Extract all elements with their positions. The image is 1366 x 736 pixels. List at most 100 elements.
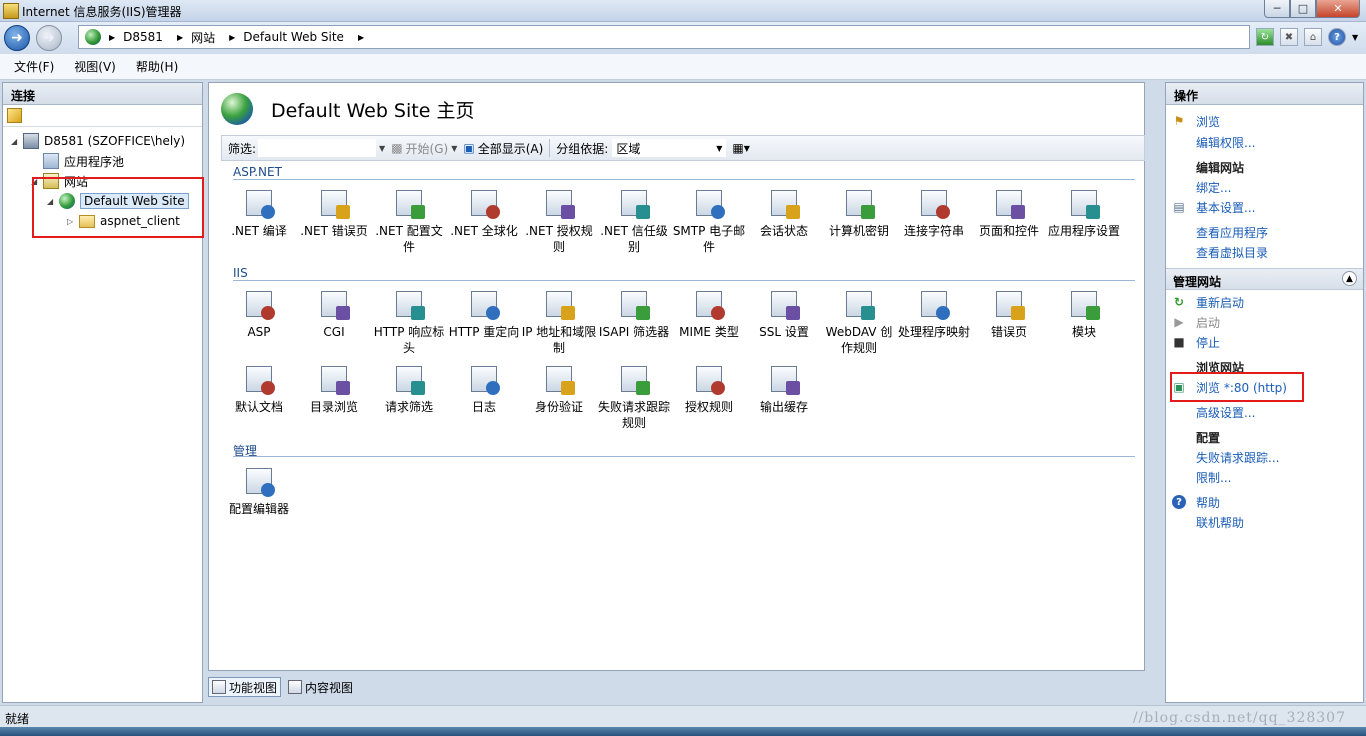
connect-icon[interactable]: [7, 108, 22, 123]
filter-input[interactable]: [258, 139, 377, 157]
feature-iis-11[interactable]: 模块: [1046, 288, 1122, 340]
breadcrumb-item-sites[interactable]: 网站: [191, 29, 215, 46]
feature-iis-7[interactable]: SSL 设置: [746, 288, 822, 340]
feature-iis-18[interactable]: 授权规则: [671, 363, 747, 415]
feature-label: HTTP 响应标头: [373, 325, 445, 355]
feature-aspnet-7[interactable]: 会话状态: [746, 187, 822, 239]
refresh-icon[interactable]: ↻: [1256, 28, 1274, 46]
feature-icon: [543, 288, 575, 320]
maximize-button[interactable]: □: [1290, 0, 1316, 18]
feature-iis-17[interactable]: 失败请求跟踪规则: [596, 363, 672, 431]
feature-icon: [843, 187, 875, 219]
actions-title: 操作: [1166, 83, 1363, 105]
feature-iis-12[interactable]: 默认文档: [221, 363, 297, 415]
action-help[interactable]: ? 帮助: [1166, 493, 1363, 511]
chevron-down-icon[interactable]: ▼: [379, 144, 385, 153]
action-bindings[interactable]: 绑定...: [1166, 178, 1363, 196]
settings-icon: ▤: [1173, 200, 1185, 214]
tree-node-app-pools[interactable]: 应用程序池: [31, 152, 124, 170]
action-stop[interactable]: ■ 停止: [1166, 333, 1363, 351]
feature-iis-19[interactable]: 输出缓存: [746, 363, 822, 415]
action-edit-permissions[interactable]: 编辑权限...: [1166, 133, 1363, 151]
action-basic-settings[interactable]: ▤ 基本设置...: [1166, 198, 1363, 216]
feature-aspnet-6[interactable]: SMTP 电子邮件: [671, 187, 747, 255]
feature-aspnet-2[interactable]: .NET 配置文件: [371, 187, 447, 255]
feature-icon: [693, 363, 725, 395]
back-button[interactable]: ➜: [4, 25, 30, 51]
feature-iis-4[interactable]: IP 地址和域限制: [521, 288, 597, 356]
feature-aspnet-9[interactable]: 连接字符串: [896, 187, 972, 239]
feature-aspnet-11[interactable]: 应用程序设置: [1046, 187, 1122, 239]
feature-iis-15[interactable]: 日志: [446, 363, 522, 415]
feature-manage-0[interactable]: 配置编辑器: [221, 465, 297, 517]
config-header: 配置: [1196, 430, 1221, 445]
feature-label: CGI: [323, 325, 345, 339]
address-bar[interactable]: ▶ D8581 ▶ 网站 ▶ Default Web Site ▶: [78, 25, 1250, 49]
restart-icon: ↻: [1173, 295, 1185, 309]
feature-iis-3[interactable]: HTTP 重定向: [446, 288, 522, 340]
menu-view[interactable]: 视图(V): [74, 58, 116, 75]
feature-aspnet-10[interactable]: 页面和控件: [971, 187, 1047, 239]
feature-iis-10[interactable]: 错误页: [971, 288, 1047, 340]
feature-iis-0[interactable]: ASP: [221, 288, 297, 340]
feature-label: 目录浏览: [309, 400, 358, 414]
tab-content-view[interactable]: 内容视图: [285, 677, 356, 697]
feature-iis-13[interactable]: 目录浏览: [296, 363, 372, 415]
feature-aspnet-1[interactable]: .NET 错误页: [296, 187, 372, 239]
action-restart[interactable]: ↻ 重新启动: [1166, 293, 1363, 311]
feature-iis-1[interactable]: CGI: [296, 288, 372, 340]
feature-aspnet-8[interactable]: 计算机密钥: [821, 187, 897, 239]
action-view-vdirs[interactable]: 查看虚拟目录: [1166, 243, 1363, 261]
chevron-down-icon[interactable]: ▼: [1352, 33, 1358, 42]
feature-aspnet-0[interactable]: .NET 编译: [221, 187, 297, 239]
features-view-icon: [212, 680, 226, 694]
view-tabs: 功能视图 内容视图: [208, 677, 356, 697]
expand-icon[interactable]: ◢: [11, 137, 21, 146]
manage-site-header[interactable]: 管理网站 ▲: [1166, 268, 1363, 290]
watermark: //blog.csdn.net/qq_328307: [1132, 710, 1346, 726]
feature-iis-2[interactable]: HTTP 响应标头: [371, 288, 447, 356]
connections-title: 连接: [3, 83, 202, 105]
action-browse[interactable]: ⚑ 浏览: [1166, 112, 1363, 130]
highlight-box: [1170, 372, 1304, 402]
start-button[interactable]: ▩ 开始(G): [391, 140, 448, 157]
action-failed-tracing[interactable]: 失败请求跟踪...: [1166, 448, 1363, 466]
minimize-button[interactable]: ─: [1264, 0, 1290, 18]
feature-iis-8[interactable]: WebDAV 创作规则: [821, 288, 897, 356]
feature-iis-9[interactable]: 处理程序映射: [896, 288, 972, 340]
feature-icon: [768, 187, 800, 219]
help-icon[interactable]: ?: [1328, 28, 1346, 46]
breadcrumb-item-server[interactable]: D8581: [123, 30, 163, 44]
feature-aspnet-5[interactable]: .NET 信任级别: [596, 187, 672, 255]
close-button[interactable]: ✕: [1316, 0, 1360, 18]
feature-aspnet-4[interactable]: .NET 授权规则: [521, 187, 597, 255]
feature-iis-16[interactable]: 身份验证: [521, 363, 597, 415]
menu-file[interactable]: 文件(F): [14, 58, 54, 75]
tree-label-server: D8581 (SZOFFICE\hely): [44, 134, 186, 148]
action-limits[interactable]: 限制...: [1166, 468, 1363, 486]
feature-iis-6[interactable]: MIME 类型: [671, 288, 747, 340]
action-start[interactable]: ▶ 启动: [1166, 313, 1363, 331]
menu-bar: 文件(F) 视图(V) 帮助(H): [0, 54, 1366, 80]
collapse-icon[interactable]: ▲: [1342, 271, 1357, 286]
tab-features-view[interactable]: 功能视图: [208, 677, 282, 697]
stop-icon[interactable]: ✖: [1280, 28, 1298, 46]
forward-button[interactable]: ➜: [36, 25, 62, 51]
show-all-button[interactable]: ▣ 全部显示(A): [463, 140, 543, 157]
breadcrumb-item-site[interactable]: Default Web Site: [243, 30, 344, 44]
view-mode-button[interactable]: ▦ ▼: [732, 141, 750, 155]
home-icon[interactable]: ⌂: [1304, 28, 1322, 46]
group-by-select[interactable]: 区域 ▼: [612, 139, 727, 157]
feature-aspnet-3[interactable]: .NET 全球化: [446, 187, 522, 239]
action-advanced-settings[interactable]: 高级设置...: [1166, 403, 1363, 421]
feature-icon: [393, 187, 425, 219]
chevron-right-icon: ▶: [109, 32, 116, 42]
menu-help[interactable]: 帮助(H): [136, 58, 178, 75]
feature-iis-14[interactable]: 请求筛选: [371, 363, 447, 415]
tree-node-server[interactable]: ◢ D8581 (SZOFFICE\hely): [11, 132, 185, 150]
action-view-apps[interactable]: 查看应用程序: [1166, 223, 1363, 241]
chevron-down-icon[interactable]: ▼: [451, 144, 457, 153]
action-online-help[interactable]: 联机帮助: [1166, 513, 1363, 531]
feature-iis-5[interactable]: ISAPI 筛选器: [596, 288, 672, 340]
feature-label: 失败请求跟踪规则: [597, 400, 670, 430]
